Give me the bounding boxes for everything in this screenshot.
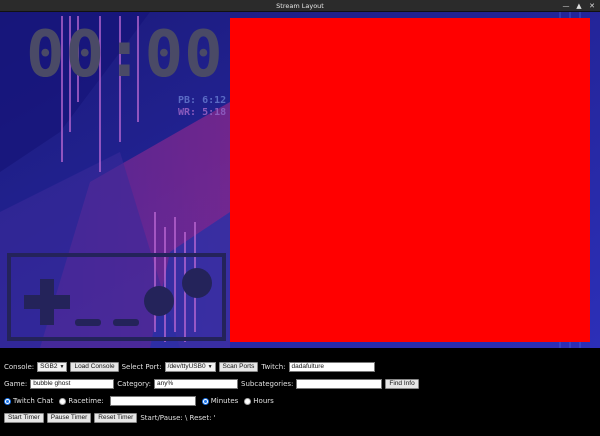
console-select-value: SGB2 <box>40 363 58 370</box>
twitch-chat-option[interactable]: Twitch Chat <box>4 397 53 405</box>
game-row: Game: bubble ghost Category: any% Subcat… <box>4 377 422 391</box>
subcategories-label: Subcategories: <box>241 380 294 388</box>
hours-label: Hours <box>253 397 274 405</box>
minutes-label: Minutes <box>210 397 239 405</box>
port-label: Select Port: <box>121 363 162 371</box>
timer-controls-row: Start Timer Pause Timer Reset Timer Star… <box>4 411 219 425</box>
port-select[interactable]: /dev/ttyUSB0 ▼ <box>164 362 216 372</box>
category-label: Category: <box>117 380 152 388</box>
options-row: Twitch Chat Racetime: Minutes Hours <box>4 394 280 408</box>
chevron-down-icon: ▼ <box>59 364 65 370</box>
minutes-radio[interactable] <box>201 397 209 405</box>
stream-layout-canvas: 00:00 PB: 6:12 WR: 5:18 <box>0 12 600 348</box>
twitch-chat-radio[interactable] <box>4 397 11 405</box>
find-info-button[interactable]: Find Info <box>385 379 419 389</box>
console-label: Console: <box>4 363 35 371</box>
port-select-value: /dev/ttyUSB0 <box>167 363 206 370</box>
world-record: WR: 5:18 <box>178 107 227 118</box>
timer-display: 00:00 <box>26 18 224 92</box>
load-console-button[interactable]: Load Console <box>70 362 119 372</box>
game-input[interactable]: bubble ghost <box>30 379 115 389</box>
game-label: Game: <box>4 380 28 388</box>
console-row: Console: SGB2 ▼ Load Console Select Port:… <box>4 360 378 374</box>
twitch-chat-label: Twitch Chat <box>13 397 54 405</box>
minutes-option[interactable]: Minutes <box>201 397 239 405</box>
twitch-label: Twitch: <box>261 363 286 371</box>
racetime-radio[interactable] <box>59 397 67 405</box>
personal-best: PB: 6:12 <box>178 95 227 106</box>
racetime-label: Racetime: <box>68 397 104 405</box>
reset-timer-button[interactable]: Reset Timer <box>94 413 138 423</box>
camera-region <box>230 18 590 342</box>
scan-ports-button[interactable]: Scan Ports <box>218 362 259 372</box>
title-bar: Stream Layout — ▲ ✕ <box>0 0 600 12</box>
minimize-icon[interactable]: — <box>561 1 571 11</box>
chevron-down-icon: ▼ <box>207 364 213 370</box>
racetime-input[interactable] <box>109 396 196 406</box>
subcategories-input[interactable] <box>296 379 383 389</box>
twitch-input[interactable]: dadafulture <box>288 362 375 372</box>
window-title: Stream Layout <box>276 2 324 10</box>
start-timer-button[interactable]: Start Timer <box>4 413 44 423</box>
hours-option[interactable]: Hours <box>244 397 274 405</box>
hours-radio[interactable] <box>244 397 252 405</box>
pause-timer-button[interactable]: Pause Timer <box>46 413 92 423</box>
category-input[interactable]: any% <box>154 379 239 389</box>
maximize-icon[interactable]: ▲ <box>574 1 584 11</box>
close-icon[interactable]: ✕ <box>587 1 597 11</box>
console-select[interactable]: SGB2 ▼ <box>37 362 68 372</box>
hotkey-status: Start/Pause: \ Reset: ' <box>140 414 216 422</box>
racetime-option[interactable]: Racetime: <box>59 397 104 405</box>
